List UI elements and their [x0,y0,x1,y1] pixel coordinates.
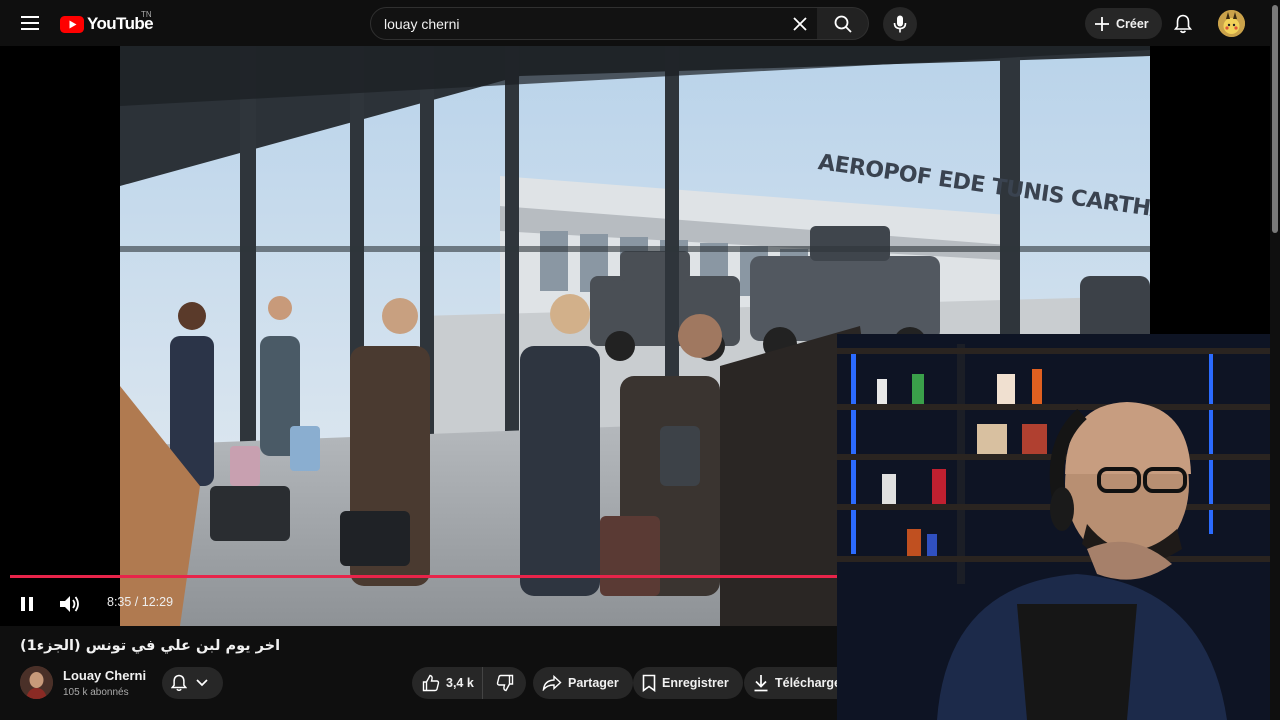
video-title: اخر يوم لبن علي في تونس (الجزء1) [20,638,281,654]
search-button[interactable] [817,7,869,40]
webcam-overlay [837,334,1270,720]
pause-button[interactable] [14,591,40,617]
top-bar: YouTube TN Créer [0,0,1280,46]
share-icon [542,675,562,691]
pause-icon [21,597,33,611]
page-scrollbar[interactable] [1270,0,1280,720]
voice-search-button[interactable] [883,7,917,41]
bell-icon [171,674,187,692]
channel-name[interactable]: Louay Cherni [63,668,146,683]
menu-icon [21,16,39,30]
country-code: TN [141,10,152,19]
subscriber-count: 105 k abonnés [63,687,129,698]
plus-icon [1095,16,1109,31]
create-button[interactable]: Créer [1085,8,1162,39]
dislike-icon [496,674,513,692]
save-button[interactable]: Enregistrer [633,667,743,699]
like-icon [422,674,440,692]
chevron-down-icon [196,679,208,687]
download-icon [754,675,768,692]
like-dislike-group: 3,4 k [412,667,526,699]
search-input[interactable] [371,15,761,32]
menu-button[interactable] [14,7,46,39]
channel-avatar[interactable] [20,666,53,699]
webcam-scene [837,334,1270,720]
share-button[interactable]: Partager [533,667,633,699]
scrollbar-thumb[interactable] [1272,5,1278,233]
progress-bar[interactable] [10,575,837,578]
like-count: 3,4 k [446,676,474,690]
like-button[interactable]: 3,4 k [412,667,483,699]
notifications-button[interactable] [1166,7,1200,41]
create-label: Créer [1116,16,1149,31]
account-avatar-image [1218,10,1245,37]
volume-icon [60,596,79,612]
download-label: Télécharger [775,676,846,690]
clear-icon [793,17,807,31]
bookmark-icon [642,674,656,692]
subscription-notifications-button[interactable] [162,667,223,699]
youtube-logo[interactable]: YouTube TN [60,10,154,36]
account-avatar[interactable] [1218,10,1245,37]
volume-button[interactable] [56,591,84,617]
mic-icon [893,15,907,33]
time-display: 8:35 / 12:29 [107,595,174,609]
search-box [370,7,818,40]
dislike-button[interactable] [483,667,526,699]
channel-avatar-image [20,666,53,699]
youtube-logo-icon [60,15,84,33]
save-label: Enregistrer [662,676,729,690]
share-label: Partager [568,676,619,690]
bell-icon [1174,14,1192,34]
clear-search-button[interactable] [787,11,813,37]
search-icon [834,15,852,33]
